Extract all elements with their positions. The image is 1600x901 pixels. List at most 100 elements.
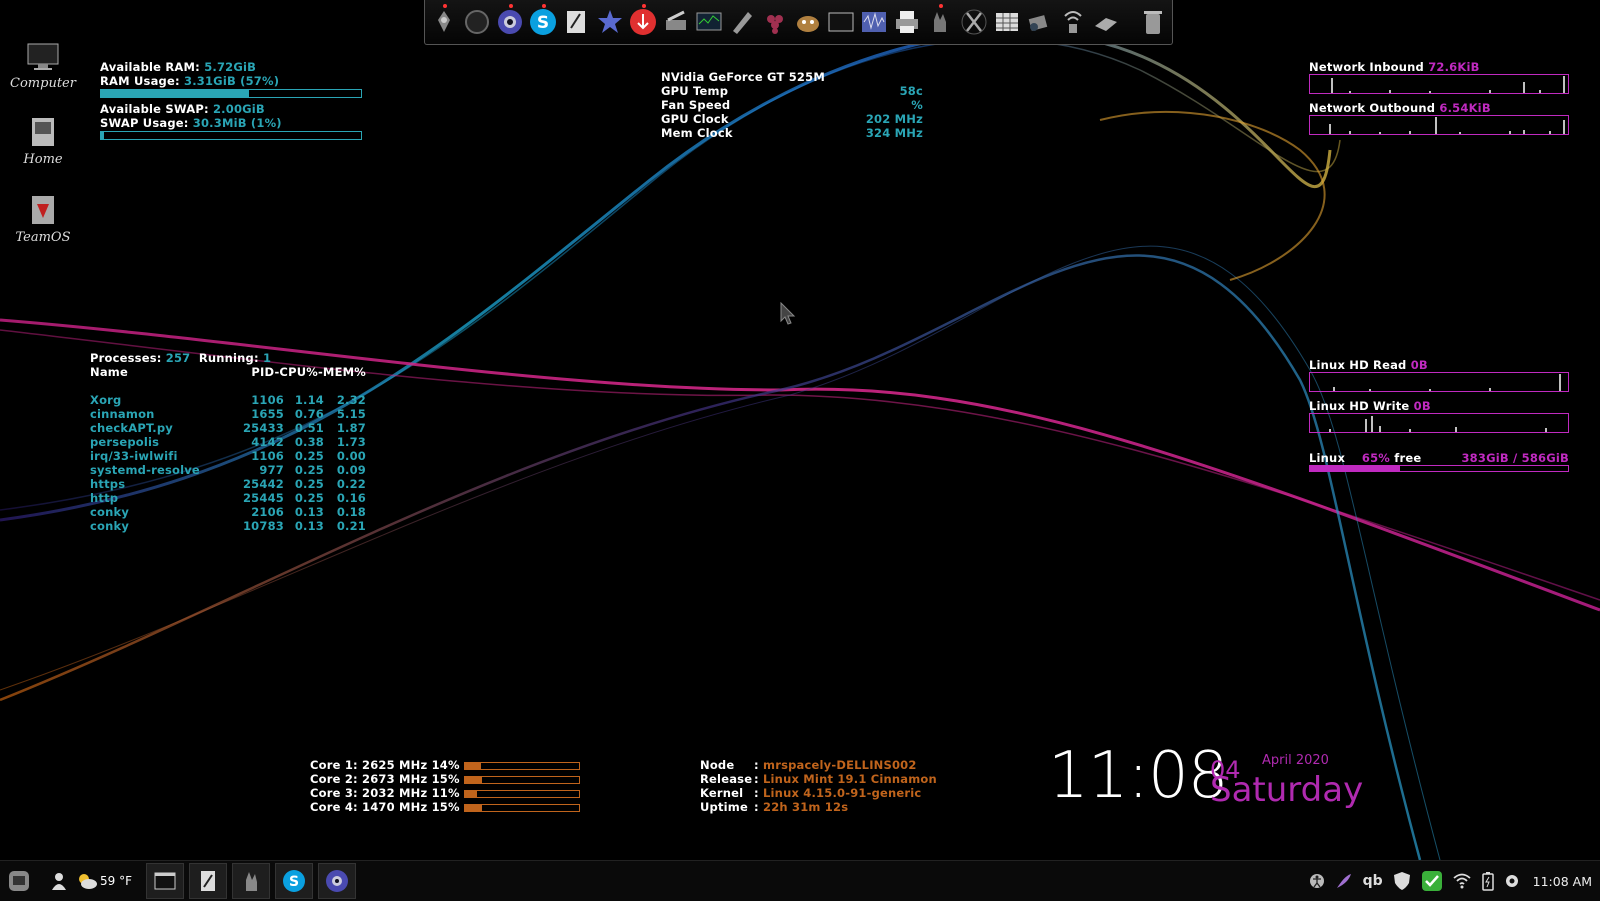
teamos-folder-icon [32,196,54,224]
dock-waveform-icon[interactable] [859,6,889,38]
running-label: Running: [198,351,259,365]
process-header-columns: PID-CPU%-MEM% [251,365,366,379]
menu-button[interactable] [2,863,36,899]
process-row: persepolis 4142 0.38 1.73 [90,435,366,449]
cpu-core-label: Core 3: 2032 MHz 11% [310,786,460,800]
dock-drive-icon[interactable] [1091,6,1121,38]
cpu-core-label: Core 4: 1470 MHz 15% [310,800,460,814]
dock-sphere-icon[interactable] [462,6,492,38]
svg-text:S: S [537,13,549,33]
network-widget: Network Inbound 72.6KiB Network Outbound… [1309,60,1571,135]
dock-gimp-icon[interactable] [793,6,823,38]
network-inbound-graph [1309,74,1569,94]
network-inbound-value: 72.6KiB [1428,60,1480,74]
process-pid: 25442 [242,477,284,491]
dock-webcam-icon[interactable] [495,4,525,38]
gpu-row-label: GPU Temp [661,84,729,98]
user-applet[interactable] [44,863,74,899]
fs-usage: 383GiB / 586GiB [1461,451,1569,465]
cpu-core-bar-fill [464,762,481,769]
available-swap-value: 2.00GiB [212,102,265,116]
processes-widget: Processes: 257 Running: 1 Name PID-CPU%-M… [90,351,366,533]
desktop-icon-label: Computer [10,76,76,91]
dock-camera-icon[interactable] [1025,6,1055,38]
ram-usage-bar-fill [101,90,250,97]
dock-wireless-icon[interactable] [1058,6,1088,38]
process-mem: 5.15 [336,407,366,421]
dock-printer-icon[interactable] [892,6,922,38]
taskbar-editor[interactable] [189,863,227,899]
taskbar-terminal[interactable] [146,863,184,899]
dock-launcher-icon[interactable] [429,4,459,38]
dock-x-icon[interactable] [959,6,989,38]
swap-usage-bar-fill [101,132,104,139]
memory-widget: Available RAM: 5.72GiB RAM Usage: 3.31Gi… [100,60,362,140]
power-icon[interactable] [1505,874,1519,888]
dock-grapes-icon[interactable] [760,6,790,38]
taskbar-skype[interactable]: S [275,863,313,899]
hd-write-label: Linux HD Write [1309,399,1410,413]
process-pid: 1106 [251,393,284,407]
process-table: Xorg 1106 1.14 2.32 cinnamon 1655 0.76 5.15 ch… [90,393,366,533]
shield-icon[interactable] [1393,871,1411,891]
desktop-icon-teamos[interactable]: TeamOS [8,194,78,245]
process-mem: 0.09 [336,463,366,477]
taskbar-hand-app[interactable] [232,863,270,899]
processes-label: Processes: [90,351,162,365]
hd-read-value: 0B [1410,358,1428,372]
gpu-row-label: GPU Clock [661,112,729,126]
gpu-row-label: Mem Clock [661,126,733,140]
network-outbound-value: 6.54KiB [1439,101,1491,115]
fs-free-word: free [1394,451,1422,465]
dock-download-manager-icon[interactable] [628,4,658,38]
dock-star-icon[interactable] [594,6,624,38]
available-ram-label: Available RAM: [100,60,200,74]
clock-time: 11:08 [1048,739,1228,813]
system-info-value: Linux Mint 19.1 Cinnamon [763,772,937,786]
process-cpu: 0.25 [294,491,324,505]
ram-usage-label: RAM Usage: [100,74,180,88]
editor-icon [201,871,215,891]
qbittorrent-icon[interactable]: qb [1363,873,1383,889]
gpu-name: NVidia GeForce GT 525M [661,70,825,84]
available-swap-label: Available SWAP: [100,102,209,116]
cpu-widget: Core 1: 2625 MHz 14% Core 2: 2673 MHz 15… [310,758,580,814]
dock-system-monitor-icon[interactable] [694,6,724,38]
dock-trash-icon[interactable] [1138,6,1168,38]
process-row: https 25442 0.25 0.22 [90,477,366,491]
wifi-icon[interactable] [1453,873,1471,889]
accessibility-icon[interactable] [1309,873,1325,889]
process-row: conky 2106 0.13 0.18 [90,505,366,519]
dock-terminal-icon[interactable] [826,6,856,38]
fs-usage-bar [1309,465,1569,472]
process-row: Xorg 1106 1.14 2.32 [90,393,366,407]
cpu-core-bar [463,803,580,812]
user-icon [52,873,66,890]
swap-usage-label: SWAP Usage: [100,116,189,130]
hd-write-graph-lines [1329,416,1547,432]
weather-applet[interactable]: 59 °F [74,863,134,899]
process-name: systemd-resolve [90,463,200,477]
desktop-icon-computer[interactable]: Computer [8,42,78,91]
panel-clock[interactable]: 11:08 AM [1533,874,1592,889]
feather-icon[interactable] [1335,872,1353,890]
dock-spreadsheet-icon[interactable] [992,6,1022,38]
battery-icon[interactable] [1481,871,1495,891]
dock-pencil-icon[interactable] [727,6,757,38]
desktop-icon-home[interactable]: Home [8,116,78,167]
update-check-icon[interactable] [1421,870,1443,892]
taskbar-webcam[interactable] [318,863,356,899]
hd-read-graph-lines [1333,374,1561,391]
process-name: persepolis [90,435,160,449]
dock-hand-icon[interactable] [925,4,955,38]
process-name: conky [90,505,130,519]
process-pid: 25433 [242,421,284,435]
dock-editor-icon[interactable] [561,6,591,38]
process-name: https [90,477,126,491]
dock-skype-icon[interactable]: S [528,4,558,38]
dock-tools-icon[interactable] [661,6,691,38]
terminal-icon [154,872,176,890]
cpu-core-row: Core 2: 2673 MHz 15% [310,772,580,786]
process-mem: 1.87 [336,421,366,435]
process-name: http [90,491,119,505]
